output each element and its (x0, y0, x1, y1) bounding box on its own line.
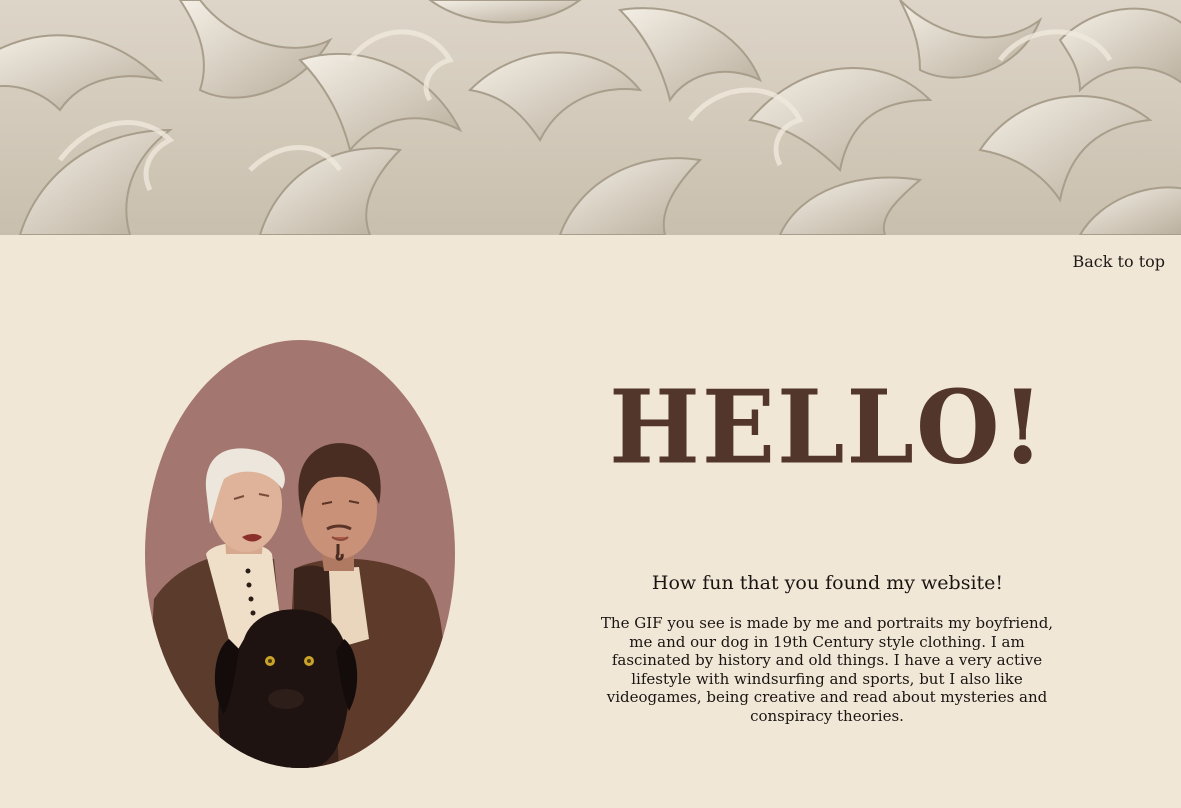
hero-heading: HELLO! (609, 367, 1046, 487)
back-to-top-link[interactable]: Back to top (1073, 252, 1166, 271)
ornament-relief (0, 0, 1181, 235)
header-banner-image (0, 0, 1181, 235)
hero-subtitle: How fun that you found my website! (651, 572, 1004, 594)
family-portrait-gif (144, 339, 456, 769)
hero-intro-text: The GIF you see is made by me and portra… (600, 614, 1054, 725)
